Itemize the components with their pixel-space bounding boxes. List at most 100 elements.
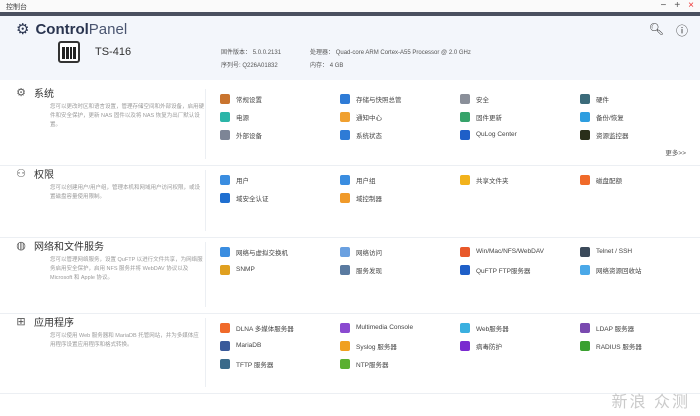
item-icon: [580, 174, 590, 185]
window-titlebar: 控制台 − + ×: [0, 0, 700, 12]
section-info: ⊞ 应用程序 您可以使用 Web 服务器和 MariaDB 托管网站，并为多媒体应…: [16, 314, 204, 350]
item-label: RADIUS 服务器: [596, 343, 642, 351]
section-title: 权限: [34, 170, 54, 181]
maximize-button[interactable]: +: [674, 0, 680, 12]
item-label: Win/Mac/NFS/WebDAV: [476, 248, 545, 255]
serial-info: 序列号: Q226A01832: [221, 60, 278, 69]
divider: [205, 242, 206, 307]
control-item[interactable]: 域安全认证: [220, 192, 340, 203]
control-item[interactable]: 网络访问: [340, 246, 460, 257]
gear-icon: ⚙: [16, 21, 30, 38]
section-0: ⚙ 系统 您可以更改时区和语言设置，管理存储空间和外部设备，启用硬件和安全保护，更…: [0, 85, 700, 166]
item-label: 硬件: [596, 96, 609, 104]
item-icon: [580, 129, 590, 140]
control-item[interactable]: 固件更新: [460, 111, 580, 122]
control-item[interactable]: 病毒防护: [460, 340, 580, 351]
minimize-button[interactable]: −: [660, 0, 666, 12]
control-item[interactable]: Multimedia Console: [340, 322, 460, 333]
item-label: 系统状态: [356, 132, 382, 140]
serial-value: Q226A01832: [242, 63, 278, 69]
control-item[interactable]: NTP服务器: [340, 358, 460, 369]
item-icon: [220, 322, 230, 333]
control-item[interactable]: 共享文件夹: [460, 174, 580, 185]
cpu-value: Quad-core ARM Cortex-A55 Processor @ 2.0…: [335, 50, 471, 56]
item-icon: [220, 246, 230, 257]
item-label: 用户组: [356, 177, 376, 185]
control-item[interactable]: TFTP 服务器: [220, 358, 340, 369]
control-item[interactable]: 电源: [220, 111, 340, 122]
control-item[interactable]: SNMP: [220, 264, 340, 275]
section-title: 网络和文件服务: [34, 242, 104, 253]
control-item[interactable]: Win/Mac/NFS/WebDAV: [460, 246, 580, 257]
control-item[interactable]: 通知中心: [340, 111, 460, 122]
control-item[interactable]: 硬件: [580, 93, 700, 104]
control-item[interactable]: 常规设置: [220, 93, 340, 104]
control-item[interactable]: 用户: [220, 174, 340, 185]
firmware-info: 固件版本： 5.0.0.2131: [221, 47, 281, 56]
help-icon[interactable]: ⓘ: [676, 22, 688, 39]
memory-info: 内存： 4 GB: [310, 60, 343, 69]
item-label: 共享文件夹: [476, 177, 509, 185]
item-icon: [220, 111, 230, 122]
control-item[interactable]: 网络与虚拟交换机: [220, 246, 340, 257]
item-icon: [460, 174, 470, 185]
item-label: 固件更新: [476, 114, 502, 122]
section-info: ⚙ 系统 您可以更改时区和语言设置，管理存储空间和外部设备，启用硬件和安全保护，更…: [16, 85, 204, 130]
item-icon: [460, 129, 470, 140]
item-icon: [220, 129, 230, 140]
control-item[interactable]: LDAP 服务器: [580, 322, 700, 333]
control-item[interactable]: RADIUS 服务器: [580, 340, 700, 351]
control-item[interactable]: Syslog 服务器: [340, 340, 460, 351]
item-label: 域控制器: [356, 195, 382, 203]
item-icon: [220, 358, 230, 369]
item-label: DLNA 多媒体服务器: [236, 325, 294, 333]
control-item[interactable]: Telnet / SSH: [580, 246, 700, 257]
app-name-bold: Control: [35, 20, 89, 38]
memory-value: 4 GB: [329, 63, 344, 69]
control-item[interactable]: 备份/恢复: [580, 111, 700, 122]
control-item[interactable]: DLNA 多媒体服务器: [220, 322, 340, 333]
section-info: ◍ 网络和文件服务 您可以管理网络服务，设置 QuFTP 以进行文件共享，为网络服…: [16, 238, 204, 283]
item-icon: [220, 174, 230, 185]
control-item[interactable]: QuFTP FTP服务器: [460, 264, 580, 275]
control-item[interactable]: 存储与快照总管: [340, 93, 460, 104]
item-label: 磁盘配额: [596, 177, 622, 185]
control-item[interactable]: 磁盘配额: [580, 174, 700, 185]
control-item[interactable]: 外部设备: [220, 129, 340, 140]
close-button[interactable]: ×: [688, 0, 694, 12]
item-label: 病毒防护: [476, 343, 502, 351]
control-item[interactable]: Web服务器: [460, 322, 580, 333]
more-link[interactable]: 更多>>: [665, 147, 686, 157]
item-icon: [340, 93, 350, 104]
nas-device-icon: [58, 41, 80, 63]
app-name-light: Panel: [88, 20, 128, 38]
cpu-label: 处理器：: [310, 50, 335, 56]
item-icon: [460, 264, 470, 275]
item-label: Web服务器: [476, 325, 509, 333]
item-label: 域安全认证: [236, 195, 269, 203]
item-label: Telnet / SSH: [596, 248, 633, 255]
control-item[interactable]: 用户组: [340, 174, 460, 185]
control-item[interactable]: 资源监控器: [580, 129, 700, 140]
globe-icon: ◍: [16, 240, 26, 252]
control-item[interactable]: MariaDB: [220, 340, 340, 351]
item-icon: [460, 322, 470, 333]
item-label: QuLog Center: [476, 131, 517, 138]
control-item[interactable]: 安全: [460, 93, 580, 104]
control-item[interactable]: QuLog Center: [460, 129, 580, 140]
memory-label: 内存：: [310, 63, 329, 69]
search-icon[interactable]: 🔍︎: [649, 22, 664, 39]
item-icon: [340, 192, 350, 203]
item-label: 电源: [236, 114, 249, 122]
control-item[interactable]: 域控制器: [340, 192, 460, 203]
item-label: 存储与快照总管: [356, 96, 402, 104]
control-item[interactable]: 服务发现: [340, 264, 460, 275]
header: ⚙ ControlPanel 🔍︎ ⓘ TS-416 固件版本： 5.0.0.2…: [0, 16, 700, 80]
control-item[interactable]: 网络资源回收站: [580, 264, 700, 275]
item-icon: [460, 340, 470, 351]
item-label: 网络访问: [356, 249, 382, 257]
item-icon: [580, 93, 590, 104]
model-name: TS-416: [95, 46, 132, 58]
section-2: ◍ 网络和文件服务 您可以管理网络服务，设置 QuFTP 以进行文件共享，为网络服…: [0, 238, 700, 314]
control-item[interactable]: 系统状态: [340, 129, 460, 140]
